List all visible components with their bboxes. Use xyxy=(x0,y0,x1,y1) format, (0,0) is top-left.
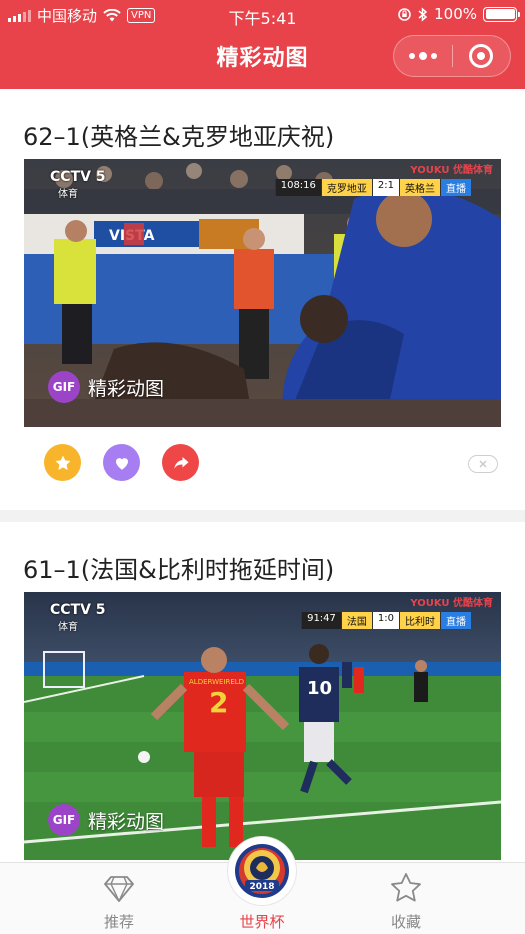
world-cup-2018-icon: 2018 xyxy=(235,844,289,898)
broadcaster-logo: CCTV 5 体育 xyxy=(50,169,106,200)
tab-recommend[interactable]: 推荐 xyxy=(59,863,179,934)
more-options-button[interactable] xyxy=(394,36,452,76)
tab-label: 推荐 xyxy=(103,913,134,931)
gif-media[interactable]: 2 ALDERWEIRELD 10 CCTV 5 体育 YOUKU 优酷体育 9… xyxy=(24,592,501,860)
miniprogram-capsule xyxy=(393,35,511,77)
share-button[interactable] xyxy=(162,444,199,481)
more-dots-icon xyxy=(408,53,415,59)
favorite-button[interactable] xyxy=(44,444,81,481)
world-cup-logo: 2018 xyxy=(228,837,296,905)
top-bar: 中国移动 VPN 下午5:41 100% 精彩动图 xyxy=(0,0,525,89)
post-title: 61–1(法国&比利时拖延时间) xyxy=(23,556,335,584)
heart-icon xyxy=(115,457,128,470)
close-miniprogram-button[interactable] xyxy=(452,36,510,76)
close-icon xyxy=(479,460,487,468)
gif-media[interactable]: VISTA xyxy=(24,159,501,427)
gif-tag: GIF 精彩动图 xyxy=(48,371,164,403)
target-icon xyxy=(469,44,494,68)
post-title: 62–1(英格兰&克罗地亚庆祝) xyxy=(23,123,335,151)
gif-badge: GIF xyxy=(48,371,80,403)
diamond-icon xyxy=(104,876,134,902)
tab-label: 收藏 xyxy=(390,913,421,931)
broadcaster-logo: CCTV 5 体育 xyxy=(50,602,106,633)
watermark: YOUKU 优酷体育 xyxy=(410,165,493,176)
bluetooth-icon xyxy=(418,6,428,22)
blue-player-number: 10 xyxy=(307,678,332,699)
gif-tag: GIF 精彩动图 xyxy=(48,804,164,836)
tab-label: 世界杯 xyxy=(239,913,285,931)
battery-percent: 100% xyxy=(434,5,477,23)
dismiss-button[interactable] xyxy=(468,455,498,473)
rotation-lock-icon xyxy=(398,7,411,21)
gif-badge: GIF xyxy=(48,804,80,836)
gif-label: 精彩动图 xyxy=(88,810,165,833)
app-root: 中国移动 VPN 下午5:41 100% 精彩动图 62–1(英格兰&克罗地亚庆… xyxy=(0,0,525,934)
star-icon xyxy=(55,455,70,470)
post-card: 62–1(英格兰&克罗地亚庆祝) CCTV 5 体育 YOUKU 优酷体育 10… xyxy=(0,89,525,510)
star-outline-icon xyxy=(391,873,421,902)
scoreboard: 108:16 克罗地亚 2:1 英格兰 直播 xyxy=(274,179,471,196)
post-card: 61–1(法国&比利时拖延时间) 2 ALDERWEIRELD 10 CCTV … xyxy=(0,522,525,862)
tab-bar: 推荐 2018 世界杯 收藏 xyxy=(0,837,525,934)
status-bar: 中国移动 VPN 下午5:41 100% xyxy=(0,0,525,30)
gif-label: 精彩动图 xyxy=(88,377,165,400)
tab-favorites[interactable]: 收藏 xyxy=(346,863,466,934)
tab-world-cup[interactable]: 2018 世界杯 xyxy=(202,837,322,934)
watermark: YOUKU 优酷体育 xyxy=(410,598,493,609)
world-cup-year: 2018 xyxy=(249,882,274,892)
scoreboard: 91:47 法国 1:0 比利时 直播 xyxy=(301,612,471,629)
red-player-name: ALDERWEIRELD xyxy=(189,678,244,686)
share-arrow-icon xyxy=(173,456,188,469)
battery-icon xyxy=(483,6,520,22)
post-actions xyxy=(44,444,199,481)
like-button[interactable] xyxy=(103,444,140,481)
red-player-number: 2 xyxy=(209,686,228,719)
